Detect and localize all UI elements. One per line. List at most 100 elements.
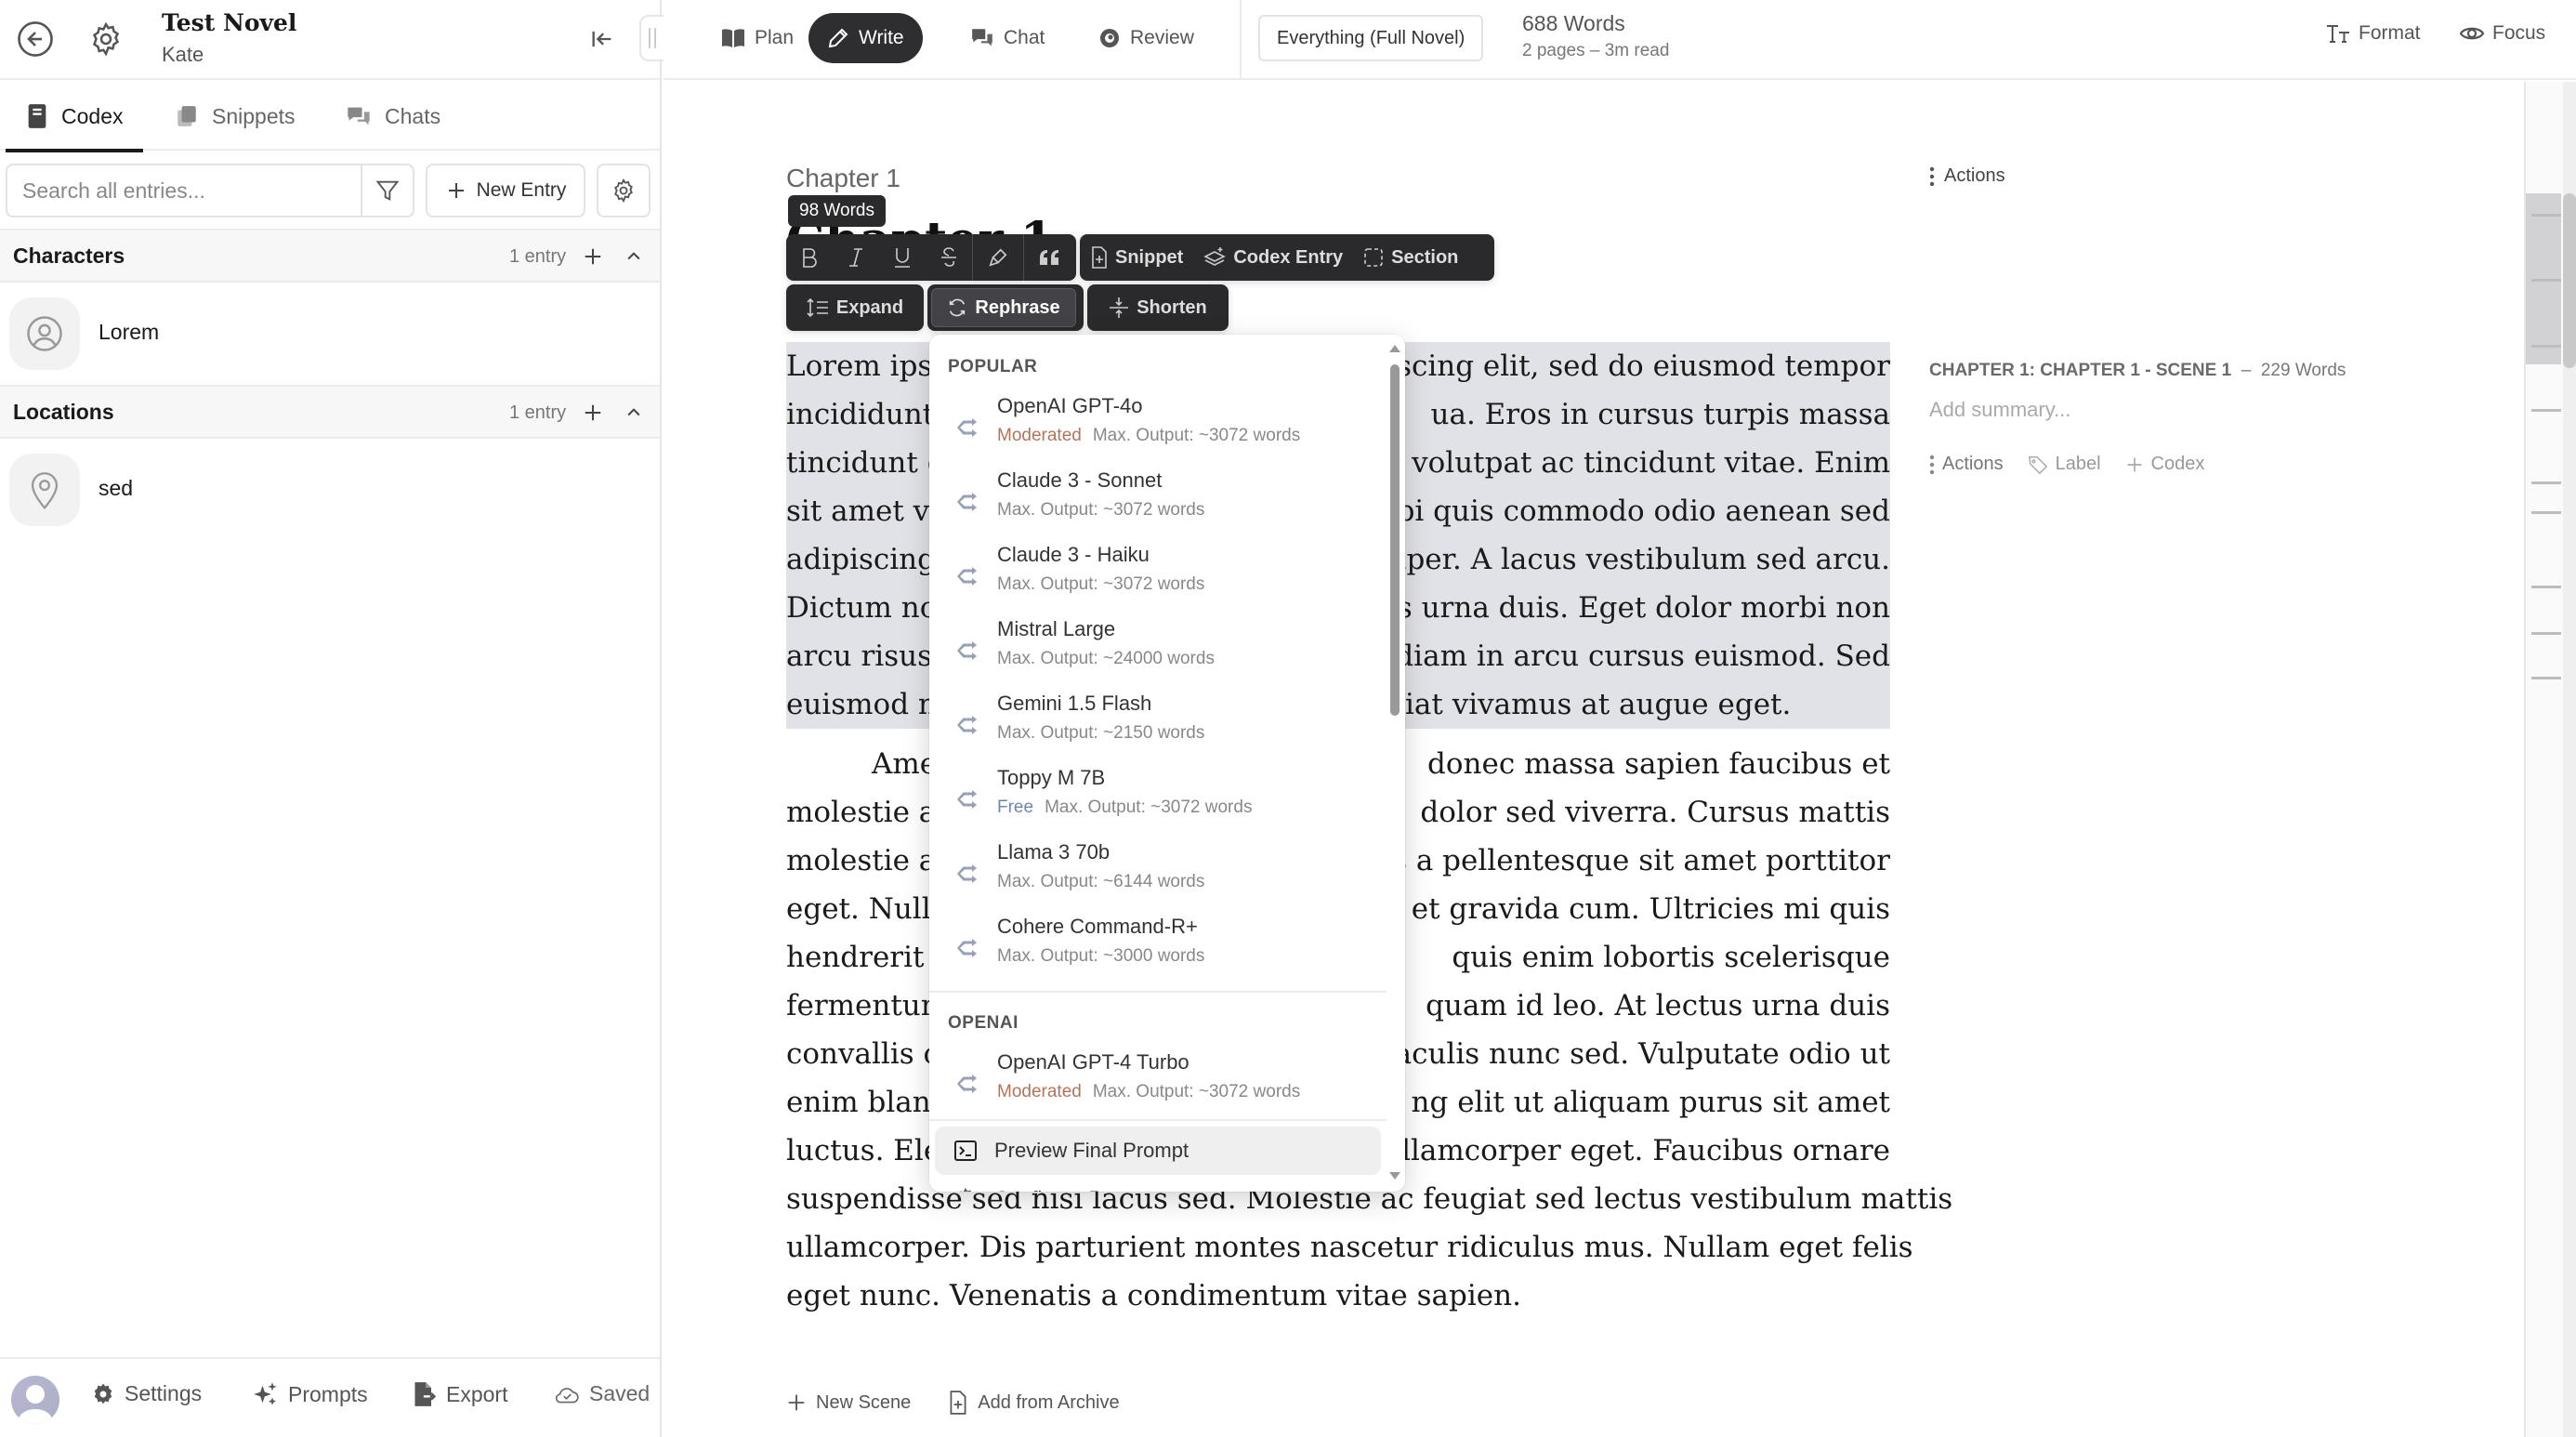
group-count: 1 entry: [509, 402, 567, 423]
text-fragment: et gravida cum. Ultricies mi quis: [1411, 892, 1890, 926]
plus-icon: [585, 404, 601, 421]
rephrase-label: Rephrase: [975, 297, 1060, 318]
menu-scrollbar-thumb[interactable]: [1390, 364, 1400, 716]
group-header-locations[interactable]: Locations 1 entry: [0, 385, 660, 439]
text-fragment: ng elit ut aliquam purus sit amet: [1411, 1086, 1890, 1119]
mode-review-button[interactable]: Review: [1080, 13, 1213, 63]
expand-button[interactable]: Expand: [786, 284, 924, 331]
add-from-archive-button[interactable]: Add from Archive: [948, 1391, 1120, 1415]
model-option[interactable]: Llama 3 70b Max. Output: ~6144 words: [929, 837, 1385, 911]
snippet-button[interactable]: Snippet: [1091, 234, 1183, 281]
text-line: eget nunc. Venenatis a condimentum vitae…: [786, 1279, 1521, 1312]
chapter-actions-button[interactable]: Actions: [1929, 165, 2005, 187]
scene-actions-button[interactable]: Actions: [1929, 454, 2004, 475]
search-box: [6, 164, 414, 218]
quote-button[interactable]: [1024, 234, 1074, 281]
codex-entry-sed[interactable]: sed: [9, 454, 651, 528]
divider: [929, 1119, 1387, 1121]
snippets-icon: [177, 106, 196, 126]
model-route-icon: [952, 639, 978, 662]
filter-button[interactable]: [361, 165, 413, 216]
group-count: 1 entry: [509, 246, 567, 267]
tab-chats[interactable]: Chats: [346, 82, 440, 151]
model-select-menu: POPULAR OpenAI GPT-4o Moderated Max. Output…: [929, 335, 1405, 1192]
group-header-characters[interactable]: Characters 1 entry: [0, 229, 660, 283]
sidebar-resize-handle[interactable]: [639, 15, 664, 61]
insert-toolbar: Snippet Codex Entry Section: [1080, 234, 1494, 281]
text-fragment: s urna duis. Eget dolor morbi non: [1397, 591, 1890, 625]
collapse-locations-button[interactable]: [621, 400, 647, 426]
codex-entry-lorem[interactable]: Lorem: [9, 297, 651, 372]
text-fragment: aculis nunc sed. Vulputate odio ut: [1394, 1037, 1890, 1071]
rephrase-button[interactable]: Rephrase: [927, 284, 1084, 331]
add-location-button[interactable]: [580, 400, 606, 426]
tab-snippets[interactable]: Snippets: [175, 82, 296, 151]
model-option[interactable]: Mistral Large Max. Output: ~24000 words: [929, 613, 1385, 688]
editor-scrollbar[interactable]: [2563, 82, 2576, 1437]
scene-add-codex-button[interactable]: Codex: [2125, 454, 2204, 475]
expand-label: Expand: [835, 297, 904, 318]
dashed-square-icon: [1364, 248, 1383, 267]
novel-settings-button[interactable]: [85, 19, 126, 59]
model-route-icon: [952, 1073, 978, 1095]
format-button[interactable]: Format: [2325, 22, 2421, 45]
model-route-icon: [952, 937, 978, 959]
sidebar-header: Test Novel Kate: [0, 0, 664, 80]
model-option[interactable]: OpenAI GPT-4 Turbo Moderated Max. Output: …: [929, 1047, 1385, 1121]
scroll-down-arrow-icon[interactable]: [1388, 1171, 1401, 1180]
max-output: Max. Output: ~3072 words: [1045, 798, 1253, 817]
model-name: Cohere Command-R+: [997, 915, 1198, 938]
prompts-button[interactable]: Prompts: [253, 1381, 368, 1407]
model-option[interactable]: OpenAI GPT-4o Moderated Max. Output: ~3072…: [929, 390, 1385, 465]
configure-prompt-option[interactable]: Configure Prompt: [935, 1175, 1381, 1192]
scene-title-text: CHAPTER 1: CHAPTER 1 - SCENE 1: [1929, 361, 2232, 380]
model-details: Moderated Max. Output: ~3072 words: [997, 426, 1300, 446]
model-option[interactable]: Toppy M 7B Free Max. Output: ~3072 words: [929, 762, 1385, 837]
scene-label-button[interactable]: Label: [2028, 454, 2101, 475]
collapse-characters-button[interactable]: [621, 244, 647, 270]
tab-codex[interactable]: Codex: [5, 82, 145, 152]
new-entry-button[interactable]: New Entry: [426, 164, 585, 218]
user-silhouette-icon: [19, 1385, 52, 1424]
novel-title: Test Novel: [162, 9, 297, 36]
max-output: Max. Output: ~24000 words: [997, 649, 1215, 668]
highlight-button[interactable]: [973, 234, 1023, 281]
mode-chat-button[interactable]: Chat: [952, 13, 1063, 63]
mode-write-button[interactable]: Write: [808, 13, 923, 63]
model-details: Max. Output: ~3072 words: [997, 574, 1204, 595]
text-fragment: ullamcorper eget. Faucibus ornare: [1383, 1134, 1890, 1167]
bold-button[interactable]: [786, 234, 833, 281]
scene-summary-input[interactable]: [1929, 398, 2394, 422]
shorten-button[interactable]: Shorten: [1087, 284, 1229, 331]
underline-button[interactable]: [879, 234, 926, 281]
mode-plan-button[interactable]: Plan: [703, 13, 812, 63]
text-fragment: diam in arcu cursus euismod. Sed: [1395, 639, 1890, 673]
menu-scrollbar[interactable]: [1388, 344, 1401, 1180]
export-button[interactable]: Export: [413, 1381, 507, 1407]
strikethrough-button[interactable]: [926, 234, 972, 281]
italic-button[interactable]: [833, 234, 879, 281]
back-button[interactable]: [15, 19, 56, 59]
pencil-icon: [828, 28, 848, 48]
model-option[interactable]: Gemini 1.5 Flash Max. Output: ~2150 words: [929, 688, 1385, 762]
add-character-button[interactable]: [580, 244, 606, 270]
editor-scrollbar-thumb[interactable]: [2563, 193, 2576, 368]
preview-final-prompt-option[interactable]: Preview Final Prompt: [935, 1127, 1381, 1175]
codex-entry-button[interactable]: Codex Entry: [1203, 234, 1343, 281]
section-button[interactable]: Section: [1363, 234, 1458, 281]
scope-select[interactable]: Everything (Full Novel): [1258, 15, 1484, 61]
search-input[interactable]: [7, 165, 361, 216]
scroll-up-arrow-icon[interactable]: [1388, 344, 1401, 353]
user-avatar[interactable]: [11, 1376, 59, 1424]
focus-button[interactable]: Focus: [2459, 22, 2545, 45]
model-option[interactable]: Claude 3 - Sonnet Max. Output: ~3072 word…: [929, 465, 1385, 539]
settings-button[interactable]: Settings: [91, 1381, 202, 1406]
new-scene-button[interactable]: New Scene: [786, 1391, 911, 1415]
file-plus-icon: [1092, 246, 1107, 269]
collapse-sidebar-button[interactable]: [585, 22, 619, 56]
saved-status: Saved: [554, 1381, 650, 1406]
codex-settings-button[interactable]: [597, 164, 651, 218]
model-option[interactable]: Cohere Command-R+ Max. Output: ~3000 word…: [929, 911, 1385, 985]
eye-icon: [2459, 27, 2485, 40]
model-option[interactable]: Claude 3 - Haiku Max. Output: ~3072 words: [929, 539, 1385, 613]
